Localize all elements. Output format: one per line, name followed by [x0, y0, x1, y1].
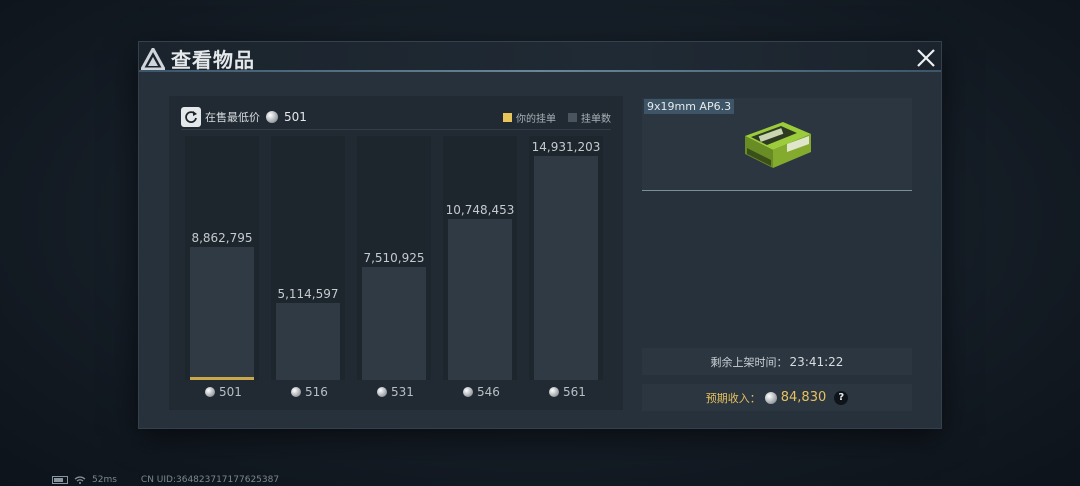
my-listing-marker: [190, 377, 254, 380]
coin-icon: [266, 111, 278, 123]
price-tick-label: 561: [549, 385, 586, 399]
income-value: 84,830: [780, 390, 827, 405]
price-distribution-panel: 8,862,795 501 5,114,597 516 7,510,925 531 10,7…: [169, 96, 623, 410]
chart-bar[interactable]: [276, 303, 340, 380]
listing-time-remaining: 剩余上架时间： 23:41:22: [642, 348, 912, 375]
refresh-icon: [185, 111, 197, 123]
price-tick-text: 546: [477, 385, 500, 399]
chart-toolbar: 在售最低价 501 你的挂单 挂单数: [181, 105, 611, 130]
bar-value-label: 14,931,203: [531, 140, 601, 154]
chart-legend: 你的挂单 挂单数: [503, 110, 611, 125]
min-price-label: 在售最低价: [205, 111, 260, 124]
expected-income: 预期收入： 84,830 ?: [642, 384, 912, 411]
item-card[interactable]: 9x19mm AP6.3: [642, 98, 912, 191]
legend-mine-label: 你的挂单: [516, 113, 556, 125]
item-info-panel: 9x19mm AP6.3 剩余上架时间： 23:41:22 预期收入： 84,8…: [642, 98, 912, 412]
bar-value-label: 10,748,453: [445, 203, 515, 217]
price-tick-text: 501: [219, 385, 242, 399]
price-tick-label: 546: [463, 385, 500, 399]
view-item-dialog: 查看物品 8,862,795 501 5,114,597 516 7,510,925 53…: [139, 42, 941, 428]
coin-icon: [205, 387, 215, 397]
help-icon[interactable]: ?: [834, 390, 849, 405]
min-price-value: 501: [284, 110, 307, 124]
price-tick-label: 516: [291, 385, 328, 399]
coin-icon: [291, 387, 301, 397]
coin-icon: [549, 387, 559, 397]
chart-bar[interactable]: [448, 219, 512, 380]
refresh-button[interactable]: [181, 107, 201, 127]
triangle-logo-icon: [141, 47, 165, 70]
bar-value-label: 8,862,795: [191, 231, 253, 245]
dialog-header: 查看物品: [139, 42, 941, 72]
wifi-icon: [74, 476, 86, 484]
coin-icon: [463, 387, 473, 397]
status-footer: 52ms CN UID:364823717177625387: [52, 475, 279, 485]
dialog-title: 查看物品: [171, 48, 255, 72]
chart-bar[interactable]: [190, 247, 254, 380]
price-tick-label: 501: [205, 385, 242, 399]
user-uid: CN UID:364823717177625387: [140, 475, 280, 485]
ping-value: 52ms: [92, 475, 117, 485]
bar-value-label: 5,114,597: [277, 287, 339, 301]
coin-icon: [764, 391, 777, 404]
legend-swatch-mine: [503, 112, 512, 122]
close-icon[interactable]: [914, 46, 938, 70]
bar-value-label: 7,510,925: [363, 251, 425, 265]
coin-icon: [377, 387, 387, 397]
price-bar-chart: 8,862,795 501 5,114,597 516 7,510,925 531 10,7…: [169, 96, 623, 410]
price-tick-text: 516: [305, 385, 328, 399]
price-tick-text: 561: [563, 385, 586, 399]
price-tick-text: 531: [391, 385, 414, 399]
ammo-box-icon: [745, 122, 811, 168]
timer-value: 23:41:22: [789, 354, 844, 369]
chart-bar[interactable]: [362, 267, 426, 380]
chart-bar[interactable]: [534, 156, 598, 380]
legend-swatch-count: [568, 112, 577, 122]
battery-icon: [52, 476, 68, 484]
item-name: 9x19mm AP6.3: [644, 99, 735, 114]
legend-count-label: 挂单数: [581, 113, 611, 125]
timer-label: 剩余上架时间：: [710, 355, 788, 369]
title-group: 查看物品: [141, 44, 255, 73]
income-label: 预期收入：: [705, 391, 761, 405]
price-tick-label: 531: [377, 385, 414, 399]
